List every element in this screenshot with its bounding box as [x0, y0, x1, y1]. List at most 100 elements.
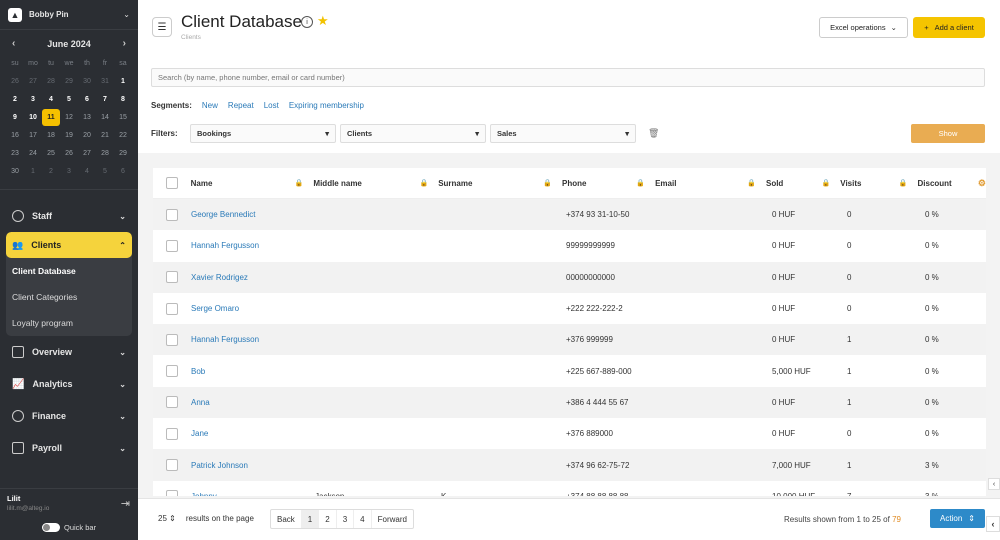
row-checkbox[interactable] — [166, 239, 178, 252]
per-page-value[interactable]: 25 — [158, 514, 167, 523]
toggle-switch[interactable] — [42, 523, 60, 532]
filter-clients-select[interactable]: Clients ▾ — [340, 124, 486, 143]
row-checkbox[interactable] — [166, 302, 178, 315]
calendar-day[interactable]: 23 — [6, 145, 24, 162]
calendar-day[interactable]: 10 — [24, 109, 42, 126]
calendar-day[interactable]: 2 — [6, 91, 24, 108]
sidebar-item-finance[interactable]: Finance ⌄ — [0, 400, 138, 432]
calendar-day[interactable]: 3 — [24, 91, 42, 108]
table-row[interactable]: Serge Omaro +222 222-222-2 0 HUF 0 0 % — [153, 293, 986, 324]
table-row[interactable]: Bob +225 667-889-000 5,000 HUF 1 0 % — [153, 355, 986, 386]
table-row[interactable]: Jane +376 889000 0 HUF 0 0 % — [153, 418, 986, 449]
lock-icon[interactable]: 🔒 — [419, 179, 428, 187]
row-checkbox[interactable] — [166, 365, 178, 378]
row-checkbox[interactable] — [166, 333, 178, 346]
action-button[interactable]: Action ⇕ — [930, 509, 985, 528]
calendar-day[interactable]: 4 — [42, 91, 60, 108]
client-name-link[interactable]: Bob — [191, 355, 315, 386]
calendar-day[interactable]: 18 — [42, 127, 60, 144]
filter-bookings-select[interactable]: Bookings ▾ — [190, 124, 336, 143]
calendar-day[interactable]: 1 — [114, 73, 132, 90]
client-name-link[interactable]: Patrick Johnson — [191, 449, 315, 480]
back-button[interactable]: Back — [271, 510, 302, 528]
lock-icon[interactable]: 🔒 — [543, 179, 552, 187]
column-header-visits[interactable]: Visits — [840, 179, 861, 188]
client-name-link[interactable]: Serge Omaro — [191, 293, 315, 324]
row-checkbox[interactable] — [166, 459, 178, 472]
calendar-day[interactable]: 26 — [6, 73, 24, 90]
calendar-day[interactable]: 8 — [114, 91, 132, 108]
segment-repeat[interactable]: Repeat — [228, 101, 254, 110]
sidebar-item-client-categories[interactable]: Client Categories — [6, 284, 132, 310]
calendar-day[interactable]: 27 — [78, 145, 96, 162]
calendar-day[interactable]: 30 — [78, 73, 96, 90]
lock-icon[interactable]: 🔒 — [636, 179, 645, 187]
calendar-day[interactable]: 3 — [60, 163, 78, 180]
column-header-middle-name[interactable]: Middle name — [313, 179, 361, 188]
calendar-day[interactable]: 6 — [78, 91, 96, 108]
page-1-button[interactable]: 1 — [301, 510, 320, 528]
column-header-sold[interactable]: Sold — [766, 179, 783, 188]
logout-icon[interactable]: ⇥ — [121, 497, 130, 510]
calendar-day[interactable]: 1 — [24, 163, 42, 180]
lock-icon[interactable]: 🔒 — [822, 179, 831, 187]
page-2-button[interactable]: 2 — [319, 510, 337, 528]
client-name-link[interactable]: Johnny — [191, 481, 315, 496]
trash-icon[interactable]: 🗑 — [648, 128, 659, 139]
sidebar-item-client-database[interactable]: Client Database — [6, 258, 132, 284]
calendar-day[interactable]: 5 — [60, 91, 78, 108]
segment-expiring-membership[interactable]: Expiring membership — [289, 101, 364, 110]
menu-icon[interactable]: ☰ — [152, 17, 172, 37]
calendar-day[interactable]: 16 — [6, 127, 24, 144]
sidebar-item-clients[interactable]: 👥 Clients ⌃ — [6, 232, 132, 258]
client-name-link[interactable]: Hannah Fergusson — [191, 324, 315, 355]
calendar-day[interactable]: 25 — [42, 145, 60, 162]
per-page-selector[interactable]: 25 ⇕ results on the page — [158, 514, 254, 523]
client-name-link[interactable]: Hannah Fergusson — [191, 230, 315, 261]
quick-bar-toggle[interactable]: Quick bar — [42, 523, 96, 532]
calendar-day[interactable]: 12 — [60, 109, 78, 126]
row-checkbox[interactable] — [166, 271, 178, 284]
calendar-day[interactable]: 31 — [96, 73, 114, 90]
calendar-day[interactable]: 30 — [6, 163, 24, 180]
calendar-day[interactable]: 21 — [96, 127, 114, 144]
calendar-day[interactable]: 20 — [78, 127, 96, 144]
calendar-day[interactable]: 24 — [24, 145, 42, 162]
calendar-day[interactable]: 17 — [24, 127, 42, 144]
calendar-day[interactable]: 29 — [114, 145, 132, 162]
sidebar-item-payroll[interactable]: Payroll ⌄ — [0, 432, 138, 464]
column-header-name[interactable]: Name — [191, 179, 213, 188]
collapse-panel-icon[interactable]: ‹ — [986, 516, 1000, 532]
table-row[interactable]: George Bennedict +374 93 31-10-50 0 HUF 0 0 … — [153, 199, 986, 231]
segment-new[interactable]: New — [202, 101, 218, 110]
calendar-day[interactable]: 13 — [78, 109, 96, 126]
client-name-link[interactable]: Anna — [191, 387, 315, 418]
sidebar-item-staff[interactable]: Staff ⌄ — [0, 200, 138, 232]
calendar-day[interactable]: 29 — [60, 73, 78, 90]
lock-icon[interactable]: 🔒 — [747, 179, 756, 187]
table-row[interactable]: Anna +386 4 444 55 67 0 HUF 1 0 % — [153, 386, 986, 419]
column-header-phone[interactable]: Phone — [562, 179, 586, 188]
add-client-button[interactable]: + Add a client — [913, 17, 985, 38]
page-3-button[interactable]: 3 — [337, 510, 355, 528]
select-all-checkbox[interactable] — [165, 177, 178, 189]
table-row[interactable]: Xavier Rodrigez 00000000000 0 HUF 0 0 % — [153, 261, 986, 293]
prev-month-button[interactable]: ‹ — [12, 38, 15, 49]
breadcrumb[interactable]: Clients — [181, 34, 201, 41]
column-header-surname[interactable]: Surname — [438, 179, 472, 188]
column-header-discount[interactable]: Discount — [918, 179, 952, 188]
search-input[interactable] — [151, 68, 985, 87]
gear-icon[interactable]: ⚙ — [978, 178, 986, 189]
lock-icon[interactable]: 🔒 — [295, 179, 304, 187]
table-row[interactable]: Hannah Fergusson +376 999999 0 HUF 1 0 % — [153, 324, 986, 356]
sidebar-item-overview[interactable]: Overview ⌄ — [0, 336, 138, 368]
account-switcher[interactable]: ▲ Bobby Pin ⌄ — [0, 0, 138, 30]
row-checkbox[interactable] — [166, 490, 178, 496]
page-4-button[interactable]: 4 — [354, 510, 372, 528]
column-header-email[interactable]: Email — [655, 179, 676, 188]
calendar-day[interactable]: 5 — [96, 163, 114, 180]
chevron-left-icon[interactable]: ‹ — [988, 478, 1000, 490]
calendar-day[interactable]: 14 — [96, 109, 114, 126]
row-checkbox[interactable] — [166, 208, 178, 221]
calendar-day[interactable]: 7 — [96, 91, 114, 108]
